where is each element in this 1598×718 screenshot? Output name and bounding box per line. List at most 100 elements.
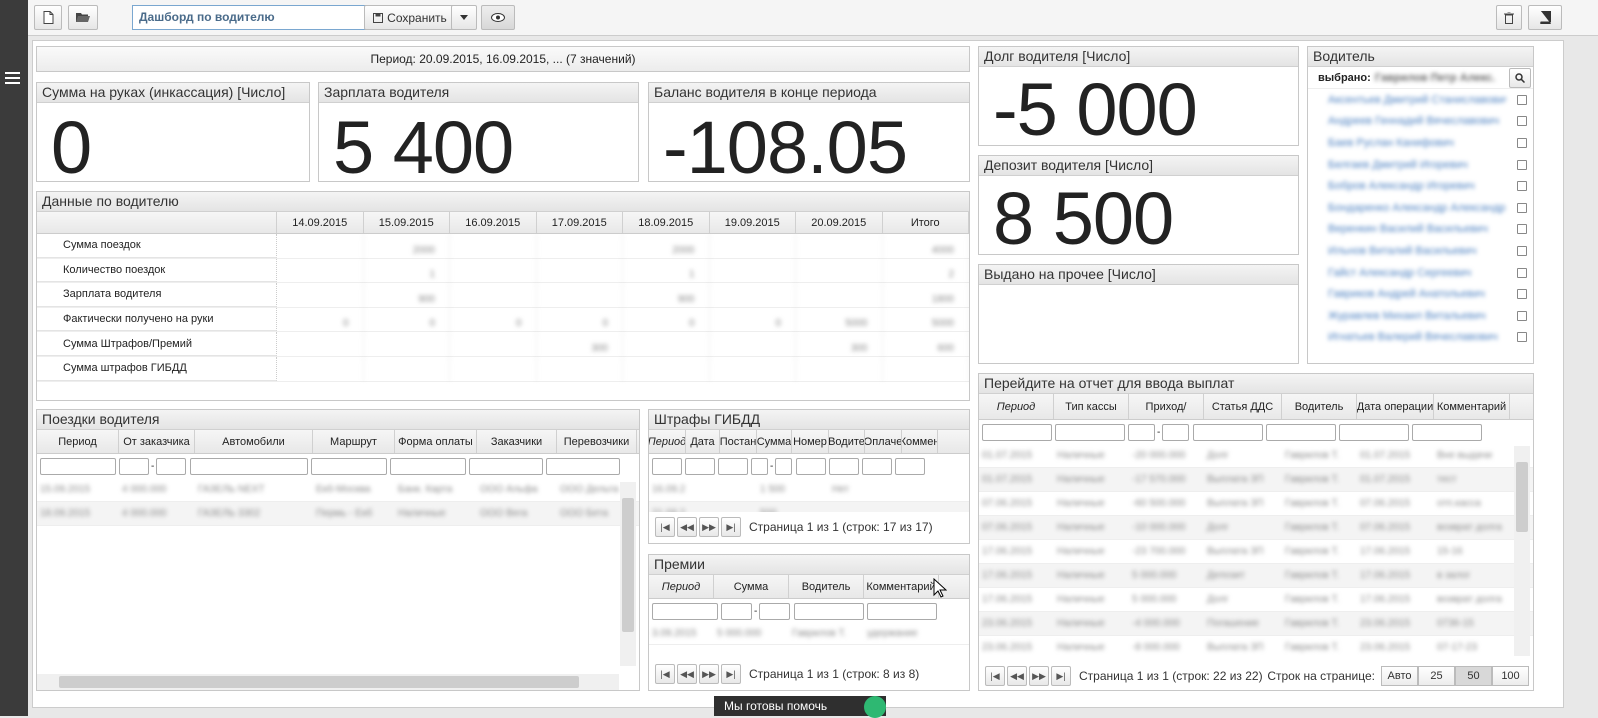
driver-list-item[interactable]: Игнатьев Валерий Вячеславович bbox=[1308, 327, 1533, 349]
bonuses-column-header[interactable]: Период bbox=[649, 575, 714, 598]
driver-search-button[interactable] bbox=[1509, 67, 1531, 88]
driver-checkbox[interactable] bbox=[1517, 94, 1527, 105]
pivot-column-header[interactable]: 19.09.2015 bbox=[710, 212, 796, 233]
payments-row[interactable]: 17.06.2015 Наличные 5 000.000 Депозит Гаврил… bbox=[979, 564, 1533, 588]
trips-hscroll-thumb[interactable] bbox=[59, 676, 579, 688]
first-page-icon[interactable]: |◀ bbox=[655, 517, 675, 537]
payments-title[interactable]: Перейдите на отчет для ввода выплат bbox=[979, 374, 1533, 394]
fines-filter-input[interactable] bbox=[718, 457, 748, 475]
payments-filter-input[interactable] bbox=[1412, 423, 1482, 441]
driver-list-item[interactable]: Белгаев Дмитрий Игоревич bbox=[1308, 154, 1533, 176]
trips-row[interactable]: 15.09.2015 4 000.000 ГАЗЕЛЬ NEXT Екб-Москва… bbox=[37, 478, 639, 502]
trips-vscroll-thumb[interactable] bbox=[622, 498, 634, 632]
new-document-button[interactable] bbox=[34, 5, 62, 30]
driver-list-item[interactable]: Журавлев Михаил Витальевич bbox=[1308, 305, 1533, 327]
trips-filter-input[interactable] bbox=[390, 457, 466, 475]
driver-list-item[interactable]: Ильнов Виталий Васильевич bbox=[1308, 240, 1533, 262]
payments-column-header[interactable]: Дата операции bbox=[1357, 394, 1434, 419]
fines-filter-input[interactable] bbox=[652, 457, 682, 475]
bonuses-filter-to-input[interactable] bbox=[759, 602, 791, 620]
trips-filter-input[interactable] bbox=[190, 457, 308, 475]
driver-list-item[interactable]: Аксентьев Дмитрий Станиславович bbox=[1308, 89, 1533, 111]
pivot-column-header[interactable]: 14.09.2015 bbox=[277, 212, 364, 233]
driver-checkbox[interactable] bbox=[1517, 202, 1527, 213]
payments-row[interactable]: 01.07.2015 Наличные -17 570.000 Выплата ЗП Г… bbox=[979, 468, 1533, 492]
bonuses-filter-input[interactable] bbox=[652, 602, 718, 620]
save-options-dropdown[interactable] bbox=[451, 5, 477, 30]
trips-column-header[interactable]: Перевозчики bbox=[557, 430, 637, 453]
pivot-column-header[interactable]: 16.09.2015 bbox=[450, 212, 537, 233]
driver-list-item[interactable]: Баев Руслан Канифович bbox=[1308, 132, 1533, 154]
prev-page-icon[interactable]: ◀◀ bbox=[677, 664, 697, 684]
payments-vscroll[interactable] bbox=[1514, 446, 1530, 656]
fines-filter-input[interactable] bbox=[829, 457, 859, 475]
driver-checkbox[interactable] bbox=[1517, 245, 1527, 256]
fines-row[interactable]: 16.09.2 1 500 Нет bbox=[649, 478, 969, 502]
fines-column-header[interactable]: Сумма bbox=[757, 430, 792, 453]
driver-list-item[interactable]: Бобров Александр Игоревич bbox=[1308, 175, 1533, 197]
next-page-icon[interactable]: ▶▶ bbox=[699, 664, 719, 684]
save-button[interactable]: Сохранить bbox=[364, 5, 456, 30]
driver-list-item[interactable]: Гавриков Андрей Анатольевич bbox=[1308, 283, 1533, 305]
driver-list-item[interactable]: Веренкин Василий Васильевич bbox=[1308, 219, 1533, 241]
dashboard-title-input[interactable]: Дашборд по водителю bbox=[132, 5, 390, 30]
payments-filter-to-input[interactable] bbox=[1162, 423, 1190, 441]
trips-filter-from-input[interactable] bbox=[119, 457, 149, 475]
pivot-column-header[interactable]: 20.09.2015 bbox=[796, 212, 883, 233]
fines-filter-input[interactable] bbox=[685, 457, 715, 475]
trips-column-header[interactable]: Маршрут bbox=[313, 430, 395, 453]
payments-filter-input[interactable] bbox=[1193, 423, 1263, 441]
payments-column-header[interactable]: Комментарий bbox=[1434, 394, 1510, 419]
payments-filter-input[interactable] bbox=[1055, 423, 1125, 441]
last-page-icon[interactable]: ▶| bbox=[721, 517, 741, 537]
payments-column-header[interactable]: Статья ДДС bbox=[1204, 394, 1282, 419]
preview-toggle-button[interactable] bbox=[481, 5, 515, 30]
driver-checkbox[interactable] bbox=[1517, 267, 1527, 278]
driver-list-item[interactable]: Гайст Александр Сергеевич bbox=[1308, 262, 1533, 284]
bonuses-filter-input[interactable] bbox=[794, 602, 864, 620]
trips-filter-input[interactable] bbox=[311, 457, 387, 475]
pivot-column-header[interactable]: 17.09.2015 bbox=[537, 212, 623, 233]
fines-column-header[interactable]: Оплаче bbox=[865, 430, 902, 453]
page-size-option[interactable]: 50 bbox=[1455, 666, 1492, 686]
pivot-column-header[interactable]: Итого bbox=[883, 212, 969, 233]
payments-row[interactable]: 07.06.2015 Наличные -60 500.000 Выплата ЗП Г… bbox=[979, 492, 1533, 516]
fines-row[interactable]: 21.09.2 500 bbox=[649, 502, 969, 512]
payments-column-header[interactable]: Тип кассы bbox=[1054, 394, 1129, 419]
payments-row[interactable]: 17.06.2015 Наличные -23 700.000 Выплата ЗП Г… bbox=[979, 540, 1533, 564]
fines-filter-input[interactable] bbox=[796, 457, 826, 475]
last-page-icon[interactable]: ▶| bbox=[1051, 666, 1071, 686]
payments-filter-input[interactable] bbox=[1266, 423, 1336, 441]
period-filter[interactable]: Период: 20.09.2015, 16.09.2015, ... (7 з… bbox=[36, 46, 970, 72]
driver-checkbox[interactable] bbox=[1517, 159, 1527, 170]
bonuses-column-header[interactable]: Водитель bbox=[789, 575, 864, 598]
fines-column-header[interactable]: Коммен bbox=[902, 430, 938, 453]
first-page-icon[interactable]: |◀ bbox=[985, 666, 1005, 686]
bonuses-row[interactable]: 3.09.2015 5 000.000 Гаврилов Т. удержание bbox=[649, 623, 969, 645]
trips-filter-input[interactable] bbox=[469, 457, 543, 475]
payments-column-header[interactable]: Период bbox=[979, 394, 1054, 419]
payments-column-header[interactable]: Приход/ bbox=[1129, 394, 1204, 419]
page-size-option[interactable]: 25 bbox=[1418, 666, 1455, 686]
driver-list-item[interactable]: Андреев Геннадий Вячеславович bbox=[1308, 111, 1533, 133]
trips-column-header[interactable]: Форма оплаты bbox=[395, 430, 477, 453]
driver-checkbox[interactable] bbox=[1517, 181, 1527, 192]
fines-column-header[interactable]: Дата bbox=[686, 430, 720, 453]
fines-filter-input[interactable] bbox=[895, 457, 925, 475]
trips-column-header[interactable]: Период bbox=[37, 430, 119, 453]
driver-list-item[interactable]: Бондаренко Александр Александрович bbox=[1308, 197, 1533, 219]
prev-page-icon[interactable]: ◀◀ bbox=[677, 517, 697, 537]
page-size-option[interactable]: Авто bbox=[1381, 666, 1418, 686]
driver-checkbox[interactable] bbox=[1517, 224, 1527, 235]
payments-row[interactable]: 07.06.2015 Наличные -10 000.000 Долг Гаврило… bbox=[979, 516, 1533, 540]
delete-button[interactable] bbox=[1496, 5, 1522, 30]
open-button[interactable] bbox=[68, 5, 98, 30]
fines-column-header[interactable]: Постан bbox=[720, 430, 757, 453]
driver-checkbox[interactable] bbox=[1517, 137, 1527, 148]
payments-row[interactable]: 23.06.2015 Наличные -4 000.000 Погашение Гав… bbox=[979, 612, 1533, 636]
driver-checkbox[interactable] bbox=[1517, 116, 1527, 127]
last-page-icon[interactable]: ▶| bbox=[721, 664, 741, 684]
fines-filter-input[interactable] bbox=[862, 457, 892, 475]
fines-column-header[interactable]: Номер bbox=[792, 430, 829, 453]
next-page-icon[interactable]: ▶▶ bbox=[1029, 666, 1049, 686]
